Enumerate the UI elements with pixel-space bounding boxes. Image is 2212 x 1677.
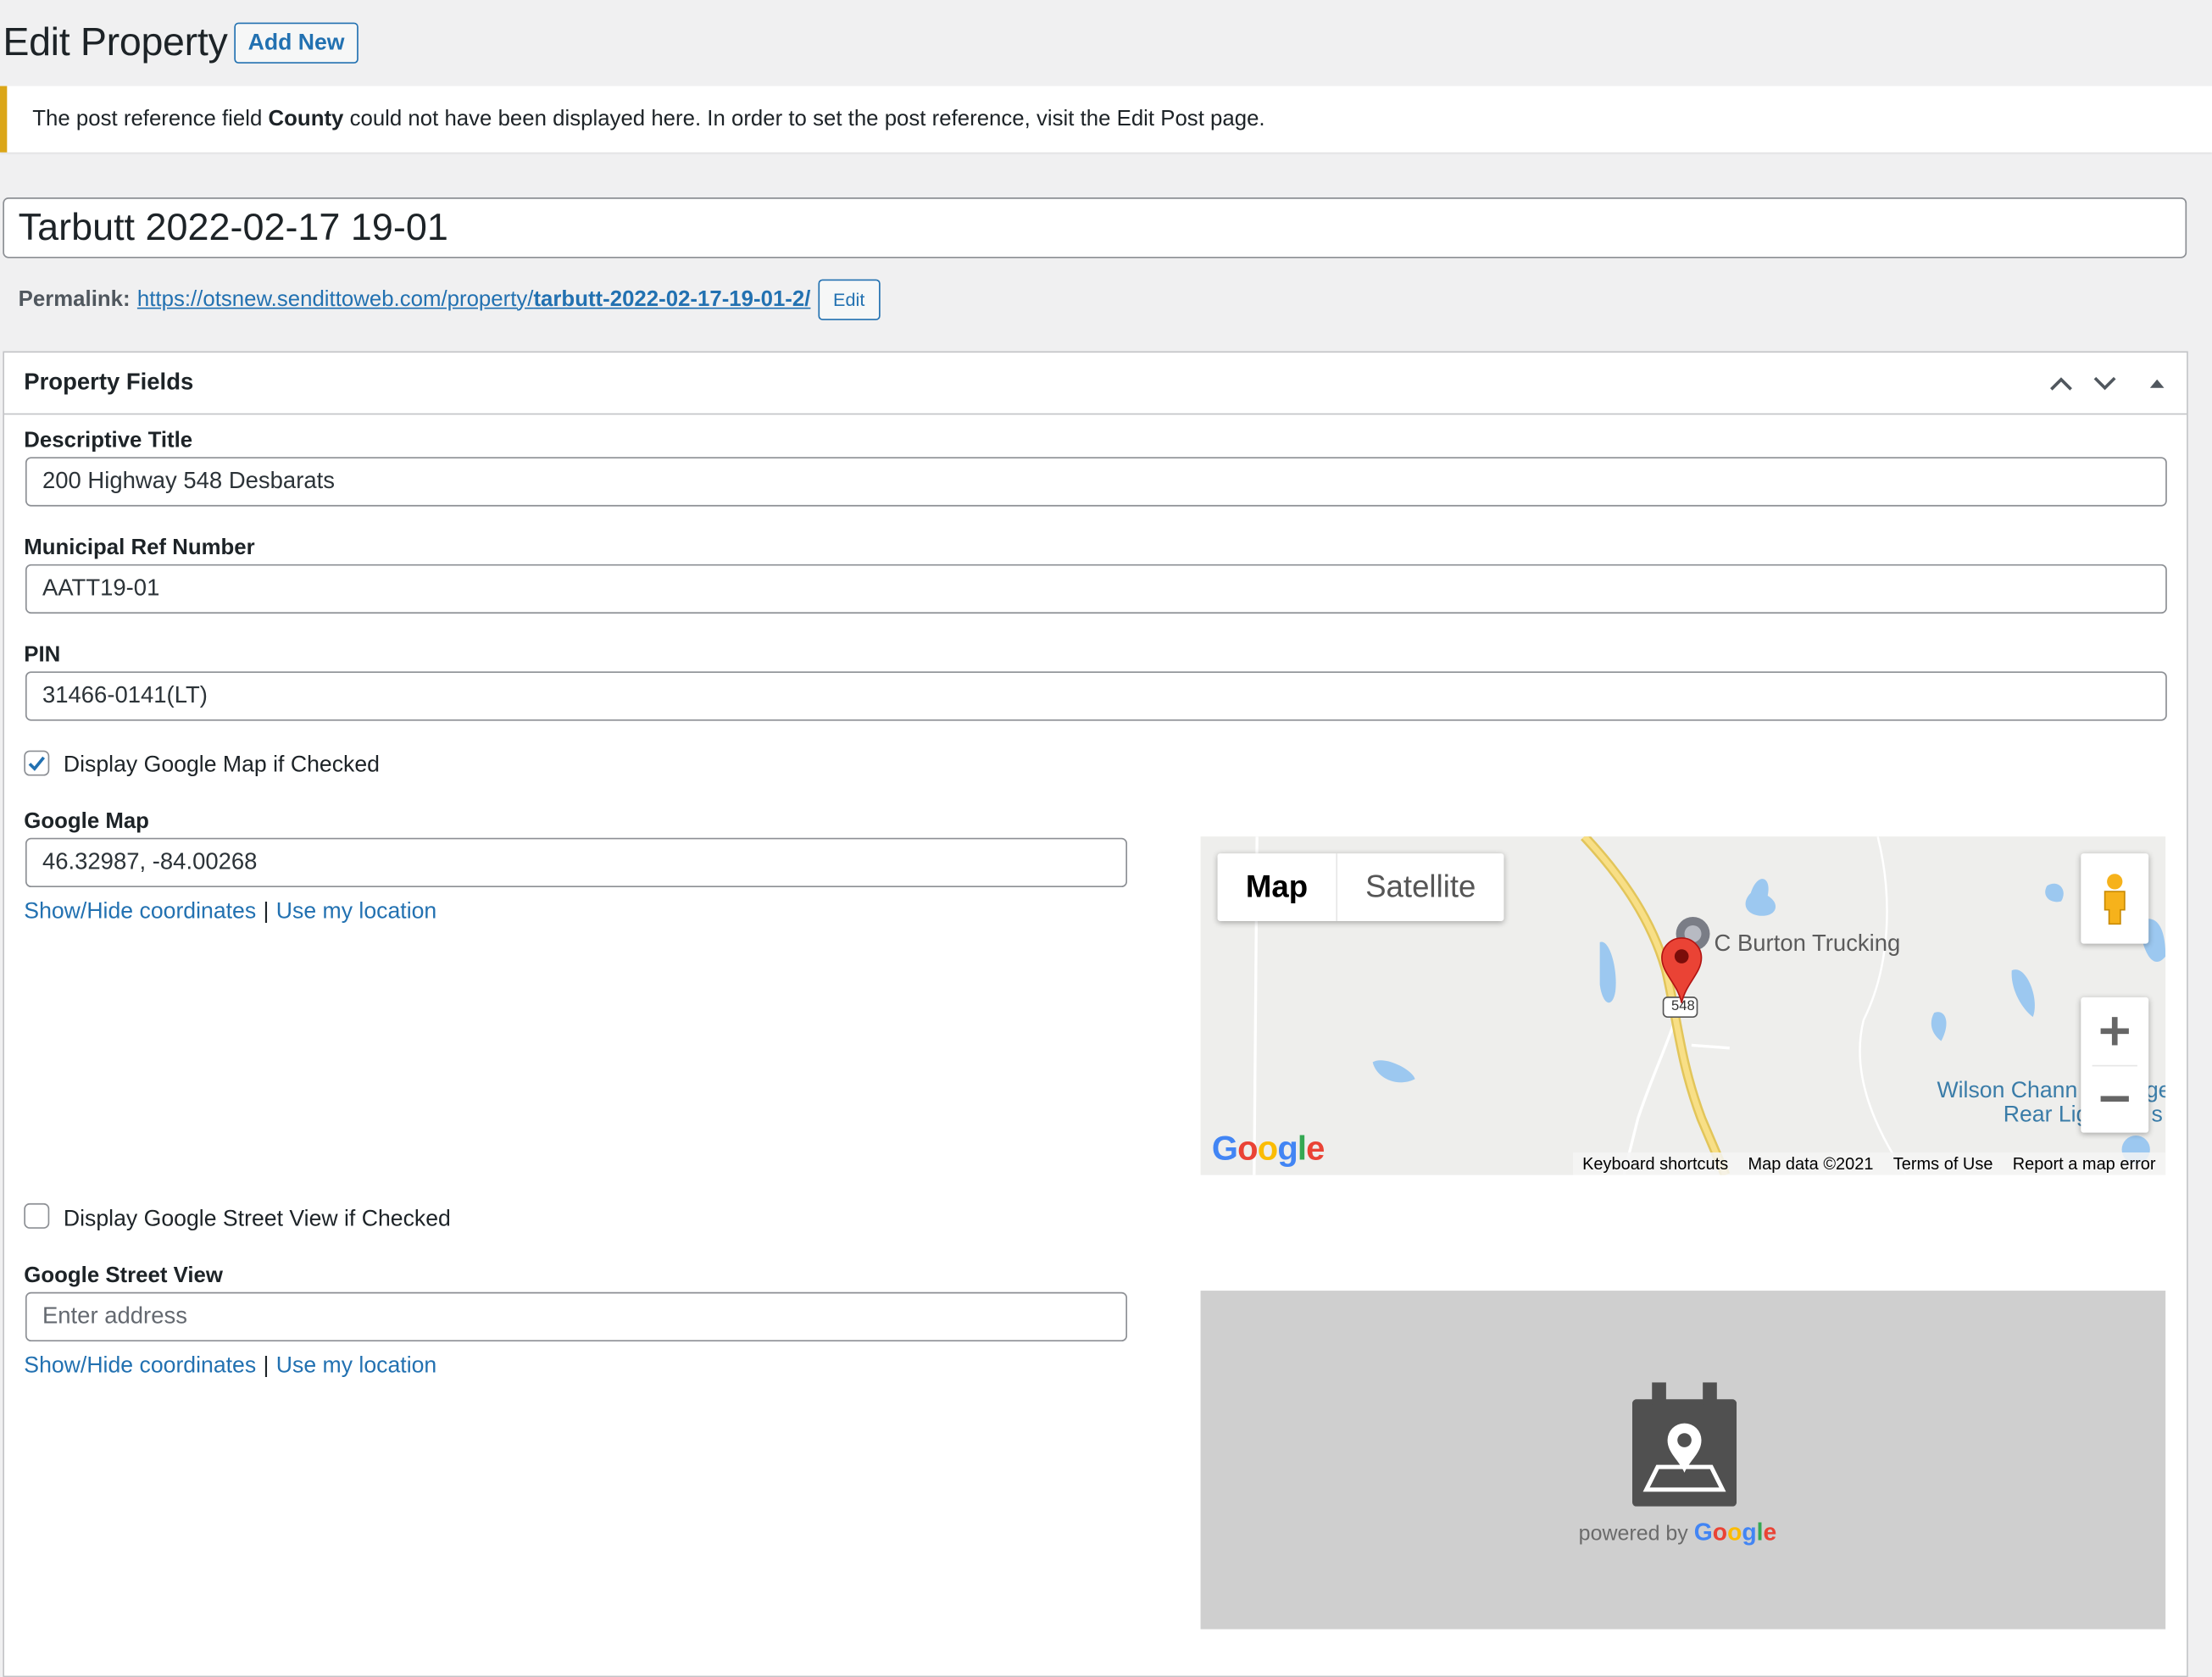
powered-by-text: powered by <box>1578 1522 1688 1547</box>
map-type-control: Map Satellite <box>1217 853 1504 921</box>
permalink-row: Permalink: https://otsnew.sendittoweb.co… <box>18 279 881 320</box>
permalink-slug: tarbutt-2022-02-17-19-01-2/ <box>533 286 811 312</box>
move-up-icon[interactable] <box>2047 369 2075 397</box>
post-title-input[interactable]: Tarbutt 2022-02-17 19-01 <box>3 197 2187 258</box>
metabox-header: Property Fields <box>3 353 2187 415</box>
map-water-label-1: Wilson Chann <box>1937 1079 2078 1103</box>
sv-use-my-location-link[interactable]: Use my location <box>276 1354 436 1380</box>
street-view-panel[interactable]: powered by Google <box>1200 1291 2166 1630</box>
display-map-checkbox[interactable] <box>24 750 50 776</box>
powered-by-google: powered by Google <box>1579 1519 1777 1547</box>
map-water-label-2: Rear Lig <box>2003 1102 2089 1128</box>
terms-of-use-link[interactable]: Terms of Use <box>1883 1154 2003 1174</box>
permalink-edit-button[interactable]: Edit <box>817 279 881 320</box>
keyboard-shortcuts-link[interactable]: Keyboard shortcuts <box>1572 1154 1737 1174</box>
pin-input[interactable]: 31466-0141(LT) <box>25 671 2167 721</box>
powered-by-google-logo: Google <box>1693 1519 1777 1547</box>
map-water-label-3: ge <box>2145 1079 2165 1103</box>
show-hide-coordinates-link[interactable]: Show/Hide coordinates <box>24 900 256 925</box>
route-shield-label: 548 <box>1670 998 1695 1014</box>
google-map-label: Google Map <box>24 809 149 834</box>
display-street-view-checkbox[interactable] <box>24 1202 50 1229</box>
municipal-ref-input[interactable]: AATT19-01 <box>25 564 2167 614</box>
google-map[interactable]: 548 C Burton Trucking Wilson Chann Rear … <box>1200 836 2166 1175</box>
collapse-toggle-icon[interactable] <box>2143 369 2171 397</box>
google-street-view-label: Google Street View <box>24 1263 223 1288</box>
move-down-icon[interactable] <box>2091 369 2119 397</box>
metabox-title: Property Fields <box>24 369 194 396</box>
use-my-location-link[interactable]: Use my location <box>276 900 436 925</box>
permalink-link[interactable]: https://otsnew.sendittoweb.com/property/… <box>137 287 811 313</box>
pin-label: PIN <box>24 643 61 668</box>
link-separator: | <box>263 900 270 925</box>
post-reference-notice: The post reference field County could no… <box>0 86 2212 153</box>
map-footer: Keyboard shortcuts Map data ©2021 Terms … <box>1572 1152 2166 1175</box>
descriptive-title-input[interactable]: 200 Highway 548 Desbarats <box>25 457 2167 507</box>
add-new-button[interactable]: Add New <box>234 22 358 64</box>
sv-link-separator: | <box>263 1354 270 1379</box>
display-street-view-label: Display Google Street View if Checked <box>63 1207 451 1232</box>
report-map-error-link[interactable]: Report a map error <box>2003 1154 2165 1174</box>
map-water-label-4: s <box>2151 1102 2163 1128</box>
map-type-map-button[interactable]: Map <box>1218 853 1337 921</box>
google-map-links: Show/Hide coordinates | Use my location <box>24 900 436 925</box>
google-map-input[interactable]: 46.32987, -84.00268 <box>25 837 1128 888</box>
permalink-base: https://otsnew.sendittoweb.com/property/ <box>136 286 534 312</box>
pegman-icon[interactable] <box>2081 853 2149 944</box>
notice-field-name: County <box>268 106 344 130</box>
map-type-satellite-button[interactable]: Satellite <box>1336 853 1503 921</box>
sv-show-hide-coordinates-link[interactable]: Show/Hide coordinates <box>24 1354 256 1380</box>
notice-text-prefix: The post reference field <box>32 106 269 130</box>
checkmark-icon <box>28 756 46 771</box>
map-place-label[interactable]: C Burton Trucking <box>1714 931 1900 958</box>
street-view-address-input[interactable]: Enter address <box>25 1291 1128 1342</box>
google-logo[interactable]: Google <box>1212 1130 1326 1169</box>
notice-text-suffix: could not have been displayed here. In o… <box>343 106 1265 130</box>
descriptive-title-label: Descriptive Title <box>24 429 193 453</box>
display-map-label: Display Google Map if Checked <box>63 752 380 778</box>
municipal-ref-label: Municipal Ref Number <box>24 536 255 560</box>
zoom-out-icon[interactable] <box>2081 1066 2148 1132</box>
page-title: Edit Property <box>3 19 228 64</box>
street-view-links: Show/Hide coordinates | Use my location <box>24 1354 436 1380</box>
street-view-placeholder-icon <box>1631 1382 1737 1507</box>
zoom-in-icon[interactable] <box>2081 998 2148 1064</box>
permalink-label: Permalink: <box>18 286 131 312</box>
map-data-text: Map data ©2021 <box>1748 1153 1874 1174</box>
zoom-control <box>2081 997 2149 1133</box>
